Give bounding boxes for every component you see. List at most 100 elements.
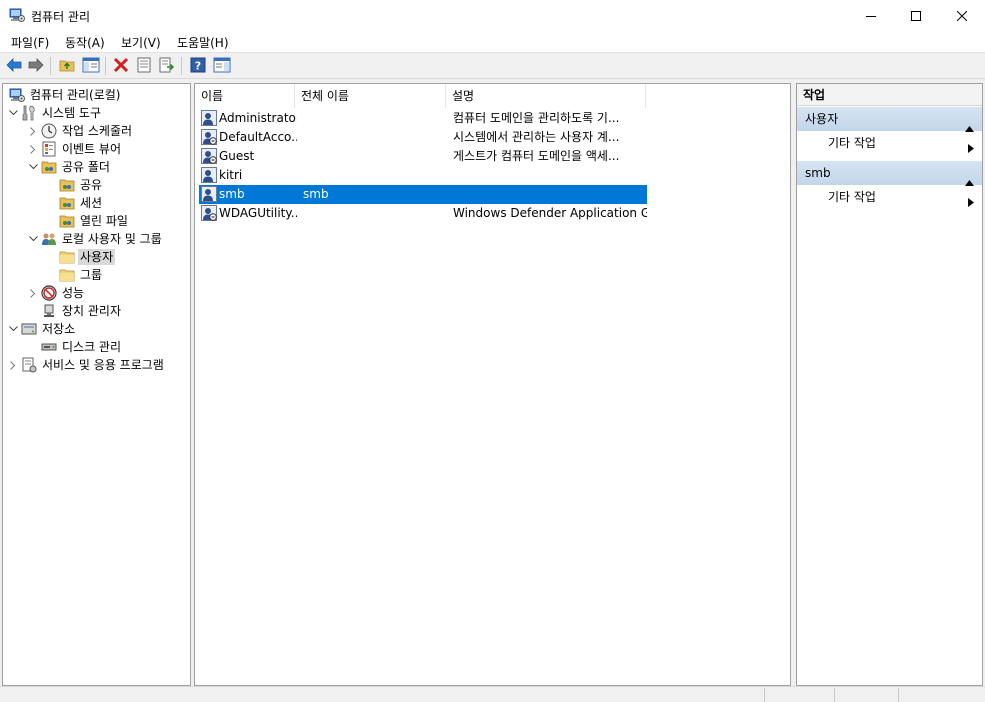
user-disabled-icon [201,129,217,145]
clock-icon [41,123,57,139]
cell-full-name [303,204,448,223]
tree-item[interactable]: 시스템 도구 [7,104,103,122]
actions-section-users[interactable]: 사용자 [797,107,982,132]
menu-help[interactable]: 도움말(H) [175,34,231,51]
maximize-button[interactable] [893,0,939,31]
chevron-right-icon[interactable] [27,284,39,302]
tree-item[interactable]: 열린 파일 [45,212,130,230]
tree-item[interactable]: 장치 관리자 [27,302,123,320]
properties-button[interactable] [134,56,154,76]
services-apps-icon [21,357,37,373]
maximize-icon [911,10,921,21]
tree-item[interactable]: 세션 [45,194,104,212]
toolbar-separator [105,57,106,75]
action-label: 기타 작업 [828,136,876,150]
users-list: 이름 전체 이름 설명 Administrator 컴퓨터 도메인을 관리하도록 … [194,83,791,686]
tree-item[interactable]: 이벤트 뷰어 [27,140,123,158]
tree-item[interactable]: 서비스 및 응용 프로그램 [7,356,166,374]
chevron-down-icon[interactable] [7,320,19,338]
minimize-button[interactable] [848,0,894,31]
tree-item[interactable]: 컴퓨터 관리(로컬) [7,86,122,104]
actions-section-header: smb [805,166,831,180]
cell-description: 컴퓨터 도메인을 관리하도록 기... [453,111,620,125]
user-icon [201,167,217,183]
column-header-full-name[interactable]: 전체 이름 [295,84,446,108]
console-tree: 컴퓨터 관리(로컬) 시스템 도구작업 스케줄러이벤트 뷰어 공유 폴더 공유세션열린… [2,83,191,686]
tree-item-label: 작업 스케줄러 [62,124,133,138]
tree-item[interactable]: 공유 폴더 [27,158,112,176]
chevron-right-icon[interactable] [27,140,39,158]
column-header-name[interactable]: 이름 [195,84,295,108]
list-row[interactable]: DefaultAcco... 시스템에서 관리하는 사용자 계... [199,128,647,147]
back-button[interactable] [4,56,24,76]
back-arrow-icon [6,57,22,75]
close-icon [957,10,967,21]
title-bar: 컴퓨터 관리 [0,0,985,31]
action-more-actions[interactable]: 기타 작업 [797,186,982,208]
status-segment [834,688,898,702]
submenu-arrow-icon [968,138,974,160]
window-title: 컴퓨터 관리 [31,10,91,24]
list-row[interactable]: Guest 게스트가 컴퓨터 도메인을 액세... [199,147,647,166]
cell-description [453,185,647,204]
menu-view[interactable]: 보기(V) [119,34,163,51]
chevron-right-icon[interactable] [27,122,39,140]
forward-button[interactable] [26,56,46,76]
menu-file[interactable]: 파일(F) [9,34,51,51]
action-more-actions[interactable]: 기타 작업 [797,132,982,154]
help-button[interactable]: ? [188,56,208,76]
list-row[interactable]: Administrator 컴퓨터 도메인을 관리하도록 기... [199,109,647,128]
actions-section-header: 사용자 [805,112,839,126]
tree-item[interactable]: 공유 [45,176,104,194]
chevron-down-icon[interactable] [7,104,19,122]
tree-item[interactable]: 작업 스케줄러 [27,122,134,140]
show-hide-tree-button[interactable] [81,56,101,76]
close-button[interactable] [939,0,985,31]
tree-item-label: 컴퓨터 관리(로컬) [30,88,121,102]
delete-button[interactable] [111,56,131,76]
menu-action[interactable]: 동작(A) [63,34,107,51]
list-row[interactable]: smb smb [199,185,647,204]
disk-management-icon [41,339,57,355]
tree-item[interactable]: 성능 [27,284,86,302]
computer-management-icon [9,87,25,103]
show-hide-action-pane-icon [213,57,231,76]
tree-item-label: 장치 관리자 [62,304,122,318]
actions-title: 작업 [797,84,982,106]
chevron-down-icon[interactable] [27,158,39,176]
tree-item-label: 성능 [62,286,85,300]
shared-folder-icon [59,195,75,211]
chevron-down-icon[interactable] [27,230,39,248]
tree-item[interactable]: 로컬 사용자 및 그룹 [27,230,164,248]
status-segment [764,688,834,702]
show-hide-action-pane-button[interactable] [212,56,232,76]
cell-name: WDAGUtility... [219,206,297,220]
cell-full-name [303,109,448,128]
actions-section-smb[interactable]: smb [797,161,982,186]
tree-item-label: 세션 [80,196,103,210]
tree-item-label: 시스템 도구 [42,106,102,120]
status-segment [898,688,985,702]
tree-item[interactable]: 그룹 [45,266,104,284]
chevron-right-icon[interactable] [7,356,19,374]
shared-folder-icon [59,177,75,193]
tree-item[interactable]: 디스크 관리 [27,338,123,356]
list-row[interactable]: WDAGUtility... Windows Defender Applicati… [199,204,647,223]
cell-description: 시스템에서 관리하는 사용자 계... [453,130,620,144]
export-list-button[interactable] [157,56,177,76]
cell-description: 게스트가 컴퓨터 도메인을 액세... [453,149,620,163]
list-row[interactable]: kitri [199,166,647,185]
tree-item-label: 저장소 [42,322,76,336]
tree-item[interactable]: 저장소 [7,320,77,338]
show-hide-tree-icon [82,57,100,76]
column-header-description[interactable]: 설명 [446,84,646,108]
folder-icon [59,249,75,265]
up-button[interactable] [57,56,77,76]
user-disabled-icon [201,148,217,164]
tree-item[interactable]: 사용자 [45,248,116,266]
cell-name: kitri [219,168,243,182]
cell-description: Windows Defender Application G... [453,206,647,220]
